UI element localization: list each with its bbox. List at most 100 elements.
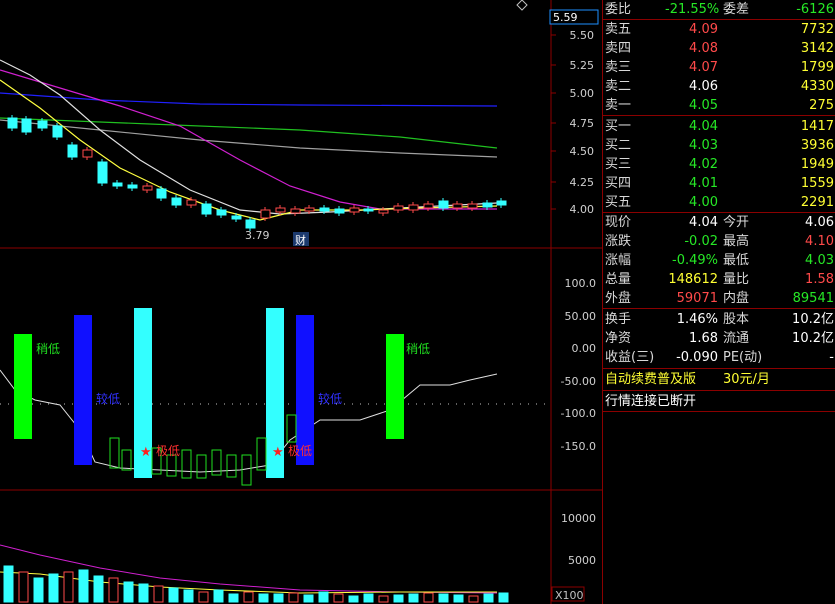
ask-label: 卖一	[605, 98, 632, 113]
bid-price: 4.04	[689, 119, 718, 134]
bid-row[interactable]: 买一 4.04 1417	[603, 117, 835, 136]
candle	[245, 219, 256, 229]
candle	[393, 205, 404, 211]
price-tick-label: 4.25	[570, 176, 595, 189]
volume-bar	[33, 577, 44, 603]
indicator-hollow-bar	[241, 454, 252, 486]
ask-volume: 3142	[800, 41, 834, 56]
bid-volume: 1417	[800, 119, 834, 134]
ask-row[interactable]: 卖四 4.08 3142	[603, 39, 835, 58]
promo-row[interactable]: 自动续费普及版 30元/月	[603, 370, 835, 389]
ask-row[interactable]: 卖五 4.09 7732	[603, 20, 835, 39]
volume-bar	[438, 593, 449, 603]
bid-row[interactable]: 买四 4.01 1559	[603, 174, 835, 193]
stat-value: 4.06	[805, 215, 834, 230]
ask-label: 卖三	[605, 60, 632, 75]
stat-label: PE(动)	[723, 350, 763, 365]
volume-bar	[3, 565, 14, 603]
candle	[438, 200, 449, 209]
stat-label: 涨跌	[605, 234, 632, 249]
volume-bar	[318, 591, 329, 603]
volume-bar	[408, 593, 419, 603]
volume-bar	[123, 581, 134, 603]
indicator-hollow-bar	[121, 449, 132, 471]
ma-white-line	[0, 59, 498, 215]
ask-row[interactable]: 卖三 4.07 1799	[603, 58, 835, 77]
connection-status: 行情连接已断开	[605, 394, 697, 409]
candle	[290, 208, 301, 214]
volume-bar	[423, 592, 434, 603]
stat-row[interactable]: 现价 4.04 今开 4.06	[603, 213, 835, 232]
candle	[82, 149, 93, 158]
stat-label: 内盘	[723, 291, 750, 306]
quote-row-wb[interactable]: 委比 -21.55% 委差 -6126	[603, 0, 835, 19]
candle	[216, 209, 227, 216]
stat-row[interactable]: 收益(三) -0.090 PE(动) -	[603, 348, 835, 367]
stat-value: 10.2亿	[792, 312, 834, 327]
volume-tick-label: 10000	[561, 512, 596, 525]
promo-text: 自动续费普及版	[605, 372, 697, 387]
bid-label: 买三	[605, 157, 632, 172]
volume-bar	[288, 592, 299, 603]
ask-row[interactable]: 卖一 4.05 275	[603, 96, 835, 115]
indicator-tick-label: 0.00	[572, 342, 597, 355]
candle	[496, 200, 507, 206]
status-row[interactable]: 行情连接已断开	[603, 392, 835, 411]
indicator-tick-label: 100.0	[565, 277, 597, 290]
stat-label: 收益(三)	[605, 350, 655, 365]
bid-row[interactable]: 买五 4.00 2291	[603, 193, 835, 212]
separator	[603, 308, 835, 309]
stat-row[interactable]: 外盘 59071 内盘 89541	[603, 289, 835, 308]
stat-value: -0.02	[684, 234, 718, 249]
candle	[378, 209, 389, 214]
volume-bar	[168, 587, 179, 603]
indicator-signal-label: 较低	[318, 391, 342, 406]
volume-bar	[243, 591, 254, 603]
candle	[467, 203, 478, 209]
volume-bar	[183, 589, 194, 603]
bid-row[interactable]: 买二 4.03 3936	[603, 136, 835, 155]
diamond-icon[interactable]	[516, 0, 528, 11]
volume-bar	[453, 594, 464, 603]
stat-value: -	[829, 350, 834, 365]
candle	[482, 202, 493, 208]
ask-price: 4.08	[689, 41, 718, 56]
quote-panel: 委比 -21.55% 委差 -6126 卖五 4.09 7732 卖四 4.08 3142 卖三 4.…	[602, 0, 835, 604]
volume-bar	[78, 569, 89, 603]
candle	[7, 117, 18, 129]
stat-row[interactable]: 换手 1.46% 股本 10.2亿	[603, 310, 835, 329]
volume-unit-label[interactable]: X100	[555, 589, 584, 602]
stat-value: 4.04	[689, 215, 718, 230]
indicator-tick-label: -150.0	[561, 440, 596, 453]
stat-value: 59071	[676, 291, 718, 306]
indicator-hollow-bar	[181, 449, 192, 479]
ask-price: 4.07	[689, 60, 718, 75]
indicator-tick-label: -50.00	[561, 375, 596, 388]
bid-row[interactable]: 买三 4.02 1949	[603, 155, 835, 174]
signal-bar	[74, 315, 92, 465]
indicator-hollow-bar	[226, 454, 237, 478]
candle	[231, 215, 242, 220]
bid-label: 买五	[605, 195, 632, 210]
bid-label: 买四	[605, 176, 632, 191]
volume-bar	[198, 591, 209, 603]
signal-bar	[296, 315, 314, 465]
price-tick-label: 5.00	[570, 87, 595, 100]
stat-row[interactable]: 净资 1.68 流通 10.2亿	[603, 329, 835, 348]
candle	[67, 144, 78, 158]
price-tick-label: 5.25	[570, 59, 595, 72]
stat-row[interactable]: 涨幅 -0.49% 最低 4.03	[603, 251, 835, 270]
stat-label: 总量	[605, 272, 632, 287]
stat-value: 4.10	[805, 234, 834, 249]
stat-row[interactable]: 涨跌 -0.02 最高 4.10	[603, 232, 835, 251]
volume-ma-yellow	[0, 571, 497, 594]
ask-row[interactable]: 卖二 4.06 4330	[603, 77, 835, 96]
stat-row[interactable]: 总量 148612 量比 1.58	[603, 270, 835, 289]
separator	[603, 390, 835, 391]
stat-value: 1.68	[689, 331, 718, 346]
volume-bar	[93, 575, 104, 603]
star-icon: ★	[140, 445, 152, 460]
finance-badge-label[interactable]: 财	[295, 233, 306, 247]
bid-price: 4.02	[689, 157, 718, 172]
stat-label: 量比	[723, 272, 750, 287]
